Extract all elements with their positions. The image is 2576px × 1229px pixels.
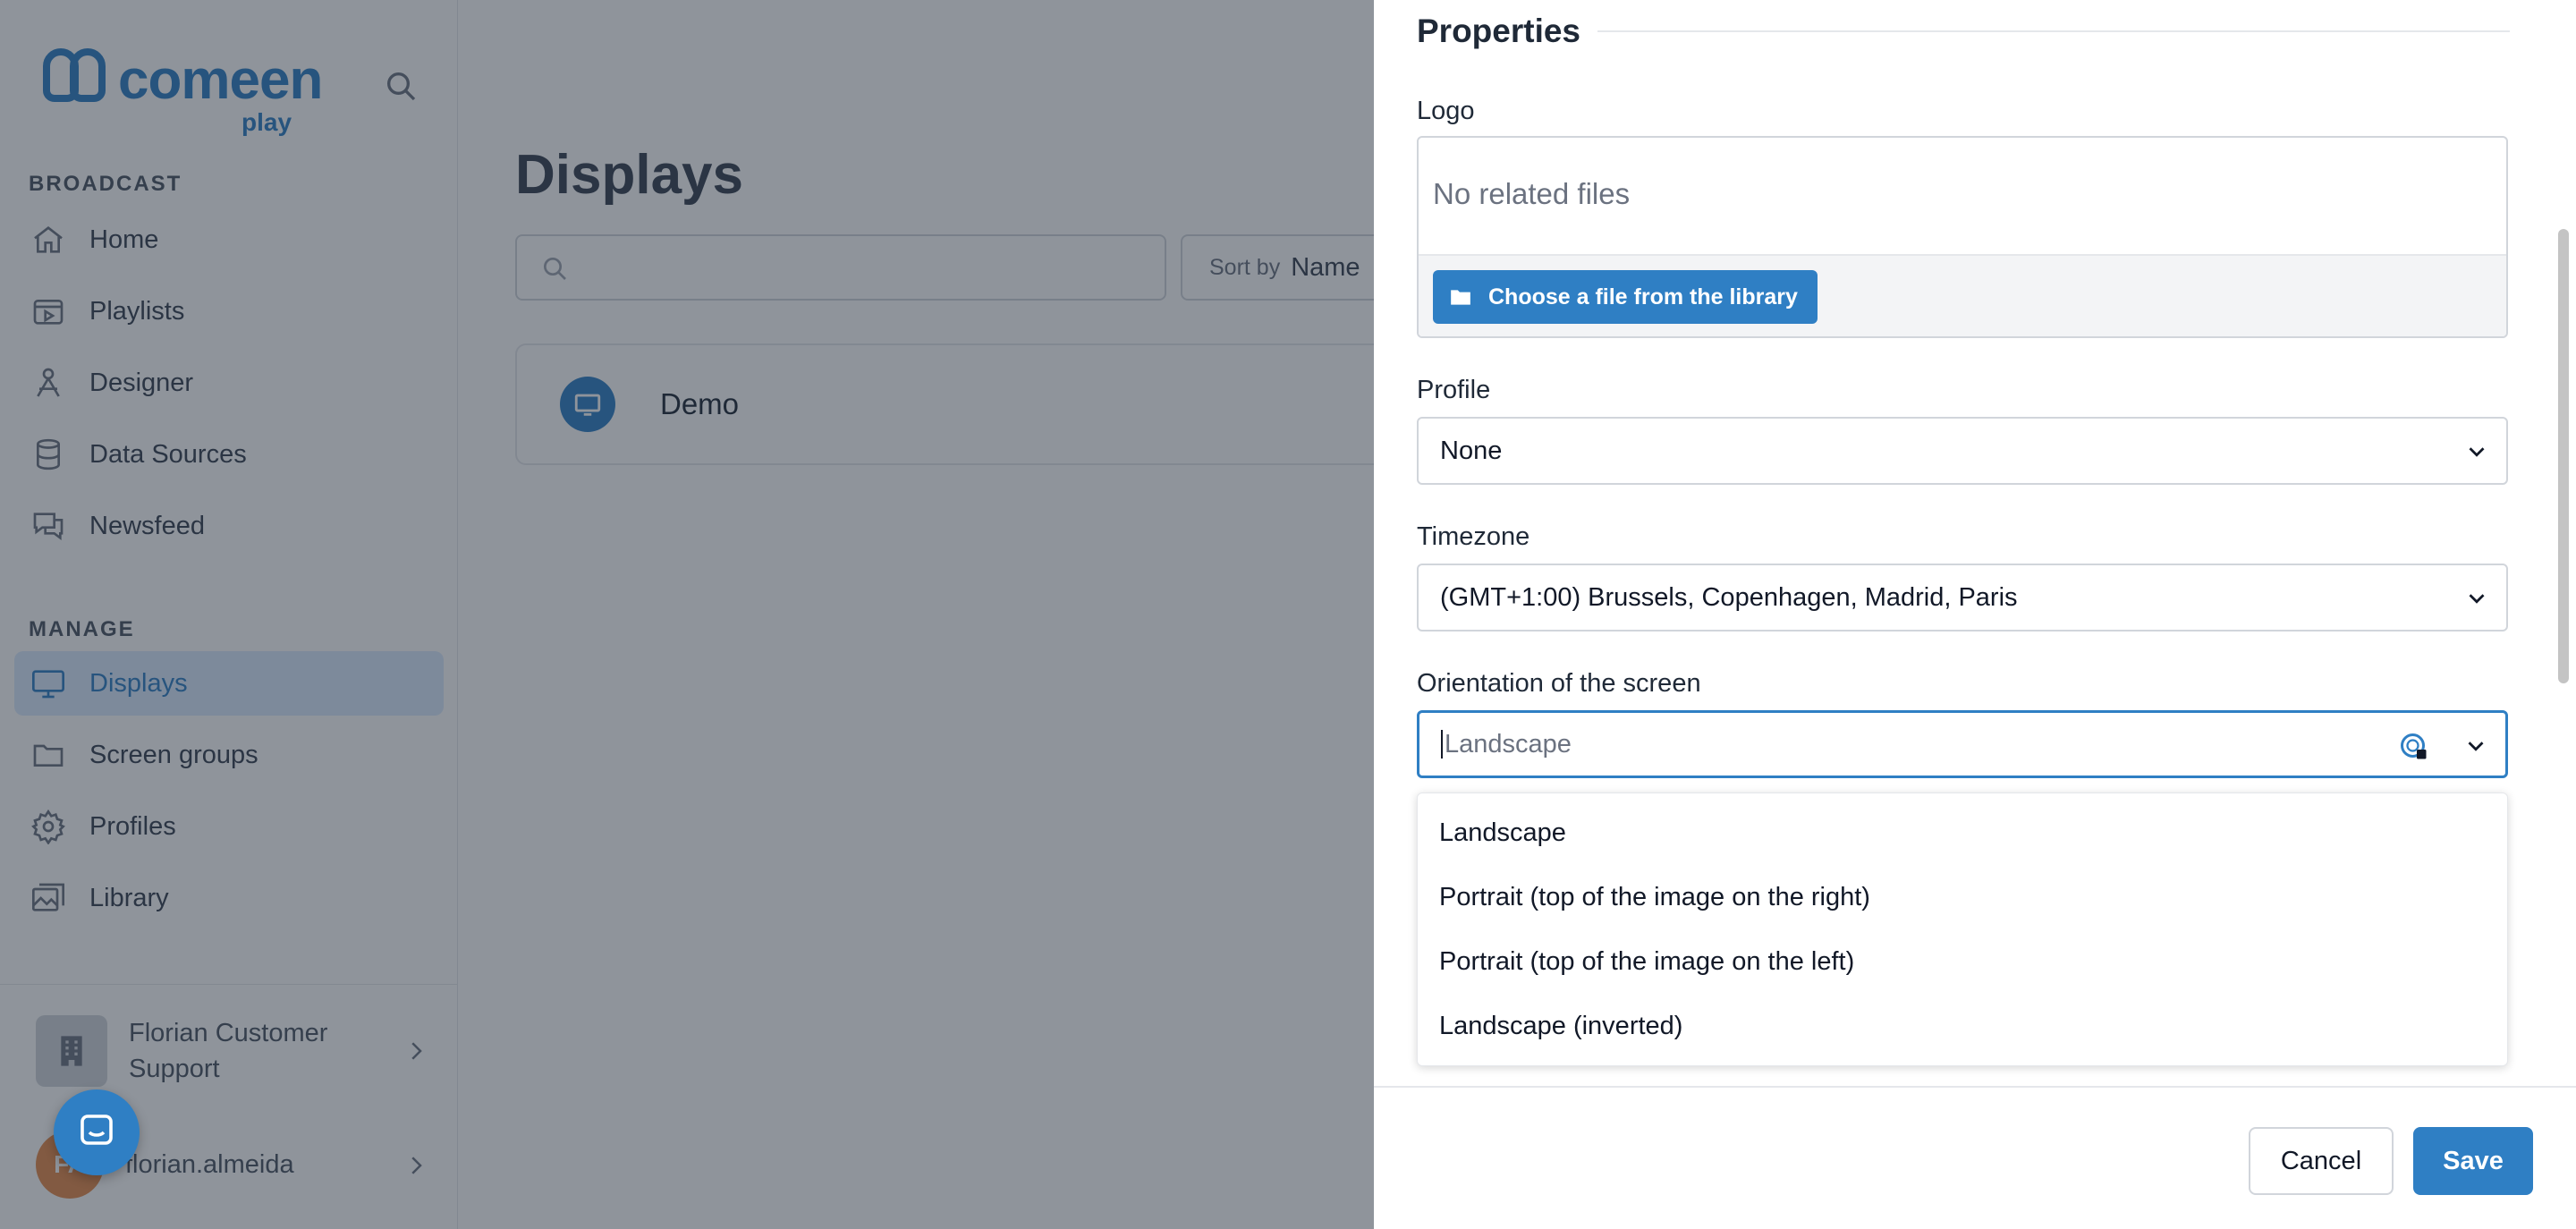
logo-file-picker: No related files Choose a file from the … xyxy=(1417,136,2508,338)
no-files-text: No related files xyxy=(1433,177,1631,210)
chevron-down-icon xyxy=(2462,733,2489,767)
orientation-dropdown: Landscape Portrait (top of the image on … xyxy=(1417,792,2508,1066)
section-title: Properties xyxy=(1417,13,1581,49)
orientation-option[interactable]: Portrait (top of the image on the right) xyxy=(1418,865,2507,929)
password-manager-lock-icon[interactable] xyxy=(2398,731,2430,770)
orientation-option[interactable]: Portrait (top of the image on the left) xyxy=(1418,929,2507,994)
timezone-select[interactable]: (GMT+1:00) Brussels, Copenhagen, Madrid,… xyxy=(1417,564,2508,631)
chat-bubble-icon xyxy=(75,1109,118,1157)
file-picker-actions: Choose a file from the library xyxy=(1419,254,2506,336)
profile-value: None xyxy=(1440,436,1503,465)
choose-file-button[interactable]: Choose a file from the library xyxy=(1433,270,1818,324)
chevron-down-icon xyxy=(2463,585,2490,619)
timezone-label: Timezone xyxy=(1417,522,1530,551)
chevron-down-icon xyxy=(2463,438,2490,472)
drawer-scrollbar[interactable] xyxy=(2558,229,2569,683)
modal-backdrop[interactable] xyxy=(0,0,1374,1229)
orientation-select[interactable]: Landscape xyxy=(1417,710,2508,778)
section-divider xyxy=(1597,30,2510,32)
orientation-option[interactable]: Landscape (inverted) xyxy=(1418,994,2507,1058)
support-chat-button[interactable] xyxy=(54,1089,140,1175)
drawer-footer: Cancel Save xyxy=(1374,1086,2576,1229)
properties-drawer: Properties Logo No related files Choose … xyxy=(1374,0,2576,1229)
profile-label: Profile xyxy=(1417,376,1491,404)
orientation-option[interactable]: Landscape xyxy=(1418,801,2507,865)
cancel-button[interactable]: Cancel xyxy=(2249,1127,2394,1195)
drawer-body: Properties Logo No related files Choose … xyxy=(1374,0,2576,1086)
logo-label: Logo xyxy=(1417,97,1475,125)
profile-select[interactable]: None xyxy=(1417,417,2508,485)
timezone-value: (GMT+1:00) Brussels, Copenhagen, Madrid,… xyxy=(1440,582,2018,612)
orientation-label: Orientation of the screen xyxy=(1417,669,1701,698)
save-button[interactable]: Save xyxy=(2413,1127,2533,1195)
orientation-placeholder: Landscape xyxy=(1445,729,1572,759)
choose-file-label: Choose a file from the library xyxy=(1488,284,1798,309)
text-caret xyxy=(1441,730,1443,759)
folder-icon xyxy=(1449,285,1472,309)
